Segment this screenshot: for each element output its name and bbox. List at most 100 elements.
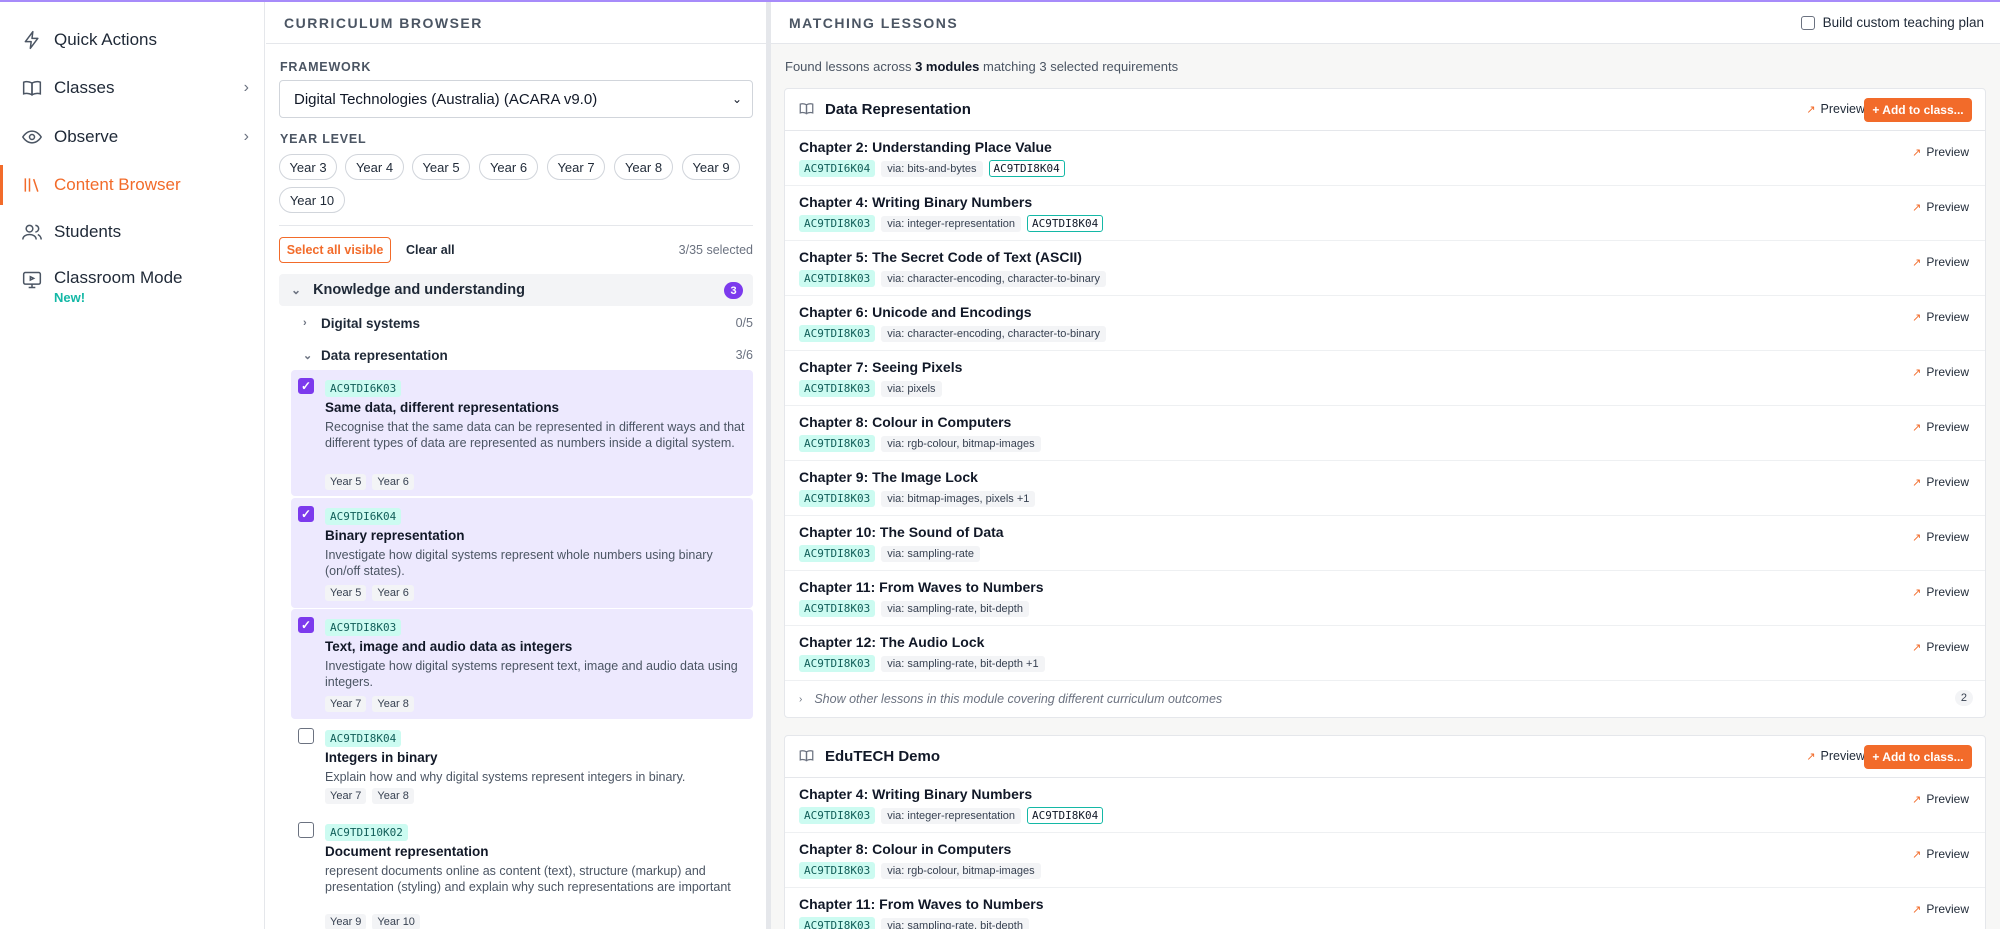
external-link-icon: ↗ <box>1912 641 1922 654</box>
item-checkbox[interactable] <box>298 822 314 838</box>
select-all-visible-button[interactable]: Select all visible <box>279 237 391 263</box>
show-other-lessons-toggle[interactable]: › Show other lessons in this module cover… <box>785 681 1985 717</box>
year-filter-pill[interactable]: Year 6 <box>479 154 538 180</box>
year-filter-pill[interactable]: Year 10 <box>279 187 345 213</box>
library-icon <box>20 173 44 197</box>
module-preview-link[interactable]: ↗ Preview <box>1806 102 1865 116</box>
via-tag: via: integer-representation <box>881 215 1022 232</box>
add-to-class-button[interactable]: + Add to class... <box>1864 745 1972 769</box>
framework-select[interactable]: Digital Technologies (Australia) (ACARA … <box>279 80 753 118</box>
sidebar-item-classes[interactable]: Classes › <box>0 68 265 108</box>
year-level-label: YEAR LEVEL <box>280 132 367 146</box>
lesson-preview-link[interactable]: ↗ Preview <box>1912 255 1969 269</box>
custom-plan-toggle[interactable]: Build custom teaching plan <box>1800 15 1984 30</box>
via-tag: via: integer-representation <box>881 807 1022 824</box>
curriculum-code: AC9TDI8K03 <box>799 380 876 397</box>
item-checkbox[interactable]: ✓ <box>298 617 314 633</box>
item-title: Same data, different representations <box>325 400 560 415</box>
lesson-title: Chapter 8: Colour in Computers <box>799 414 1012 430</box>
item-description: Investigate how digital systems represen… <box>325 659 738 689</box>
lesson-row[interactable]: Chapter 6: Unicode and Encodings AC9TDI8K… <box>785 296 1985 351</box>
year-filter-pill[interactable]: Year 5 <box>412 154 470 180</box>
curriculum-code: AC9TDI6K03 <box>325 380 402 397</box>
sidebar-item-classroom-mode[interactable]: Classroom Mode New! <box>0 260 265 306</box>
via-tag: via: rgb-colour, bitmap-images <box>881 862 1041 879</box>
lesson-preview-link[interactable]: ↗ Preview <box>1912 792 1969 806</box>
lesson-preview-link[interactable]: ↗ Preview <box>1912 585 1969 599</box>
sidebar-item-label: Classes <box>54 78 115 97</box>
lesson-preview-link[interactable]: ↗ Preview <box>1912 902 1969 916</box>
clear-all-button[interactable]: Clear all <box>406 237 455 263</box>
curriculum-item[interactable]: ✓ AC9TDI8K03 Text, image and audio data … <box>291 609 753 719</box>
lesson-row[interactable]: Chapter 10: The Sound of Data AC9TDI8K03 v… <box>785 516 1985 571</box>
group-knowledge-and-understanding[interactable]: ⌄ Knowledge and understanding 3 <box>279 274 753 306</box>
external-link-icon: ↗ <box>1912 586 1922 599</box>
year-filter-pill[interactable]: Year 7 <box>547 154 605 180</box>
sidebar-item-content-browser[interactable]: Content Browser <box>0 165 265 205</box>
curriculum-item[interactable]: ✓ AC9TDI6K04 Binary representation Inves… <box>291 498 753 608</box>
add-to-class-button[interactable]: + Add to class... <box>1864 98 1972 122</box>
item-checkbox[interactable]: ✓ <box>298 378 314 394</box>
lesson-row[interactable]: Chapter 9: The Image Lock AC9TDI8K03 via: … <box>785 461 1985 516</box>
curriculum-item[interactable]: AC9TDI10K02 Document representation repr… <box>291 814 753 929</box>
lesson-preview-link[interactable]: ↗ Preview <box>1912 530 1969 544</box>
curriculum-code: AC9TDI8K03 <box>799 435 876 452</box>
lesson-title: Chapter 11: From Waves to Numbers <box>799 579 1044 595</box>
lesson-row[interactable]: Chapter 2: Understanding Place Value AC9T… <box>785 131 1985 186</box>
year-filter-pill[interactable]: Year 8 <box>614 154 673 180</box>
item-checkbox[interactable]: ✓ <box>298 506 314 522</box>
new-badge: New! <box>54 290 86 305</box>
lesson-row[interactable]: Chapter 11: From Waves to Numbers AC9TDI8… <box>785 888 1985 929</box>
external-link-icon: ↗ <box>1912 366 1922 379</box>
year-chip: Year 9 <box>325 914 367 929</box>
subgroup-label: Data representation <box>321 347 448 363</box>
lesson-preview-link[interactable]: ↗ Preview <box>1912 420 1969 434</box>
external-link-icon: ↗ <box>1912 793 1922 806</box>
lesson-row[interactable]: Chapter 8: Colour in Computers AC9TDI8K03… <box>785 406 1985 461</box>
custom-plan-label: Build custom teaching plan <box>1822 15 1984 30</box>
lesson-preview-link[interactable]: ↗ Preview <box>1912 145 1969 159</box>
lesson-row[interactable]: Chapter 12: The Audio Lock AC9TDI8K03 via:… <box>785 626 1985 681</box>
divider <box>279 225 753 226</box>
curriculum-item[interactable]: AC9TDI8K04 Integers in binary Explain ho… <box>291 720 753 810</box>
lesson-preview-link[interactable]: ↗ Preview <box>1912 310 1969 324</box>
lesson-preview-link[interactable]: ↗ Preview <box>1912 847 1969 861</box>
subgroup-label: Digital systems <box>321 315 421 331</box>
sidebar-item-students[interactable]: Students <box>0 212 265 252</box>
lesson-row[interactable]: Chapter 4: Writing Binary Numbers AC9TDI8… <box>785 778 1985 833</box>
external-link-icon: ↗ <box>1912 256 1922 269</box>
lesson-preview-link[interactable]: ↗ Preview <box>1912 200 1969 214</box>
lesson-row[interactable]: Chapter 4: Writing Binary Numbers AC9TDI8… <box>785 186 1985 241</box>
year-chip: Year 5 <box>325 585 367 601</box>
item-title: Text, image and audio data as integers <box>325 639 573 654</box>
sidebar-item-label: Observe <box>54 127 119 146</box>
lesson-row[interactable]: Chapter 8: Colour in Computers AC9TDI8K03… <box>785 833 1985 888</box>
lesson-row[interactable]: Chapter 11: From Waves to Numbers AC9TDI8… <box>785 571 1985 626</box>
sidebar-item-observe[interactable]: Observe › <box>0 117 265 157</box>
item-checkbox[interactable] <box>298 728 314 744</box>
item-description: represent documents online as content (t… <box>325 864 731 894</box>
year-filter-pill[interactable]: Year 3 <box>279 154 337 180</box>
via-tag: via: sampling-rate, bit-depth <box>881 917 1029 929</box>
lesson-row[interactable]: Chapter 5: The Secret Code of Text (ASCI… <box>785 241 1985 296</box>
lesson-row[interactable]: Chapter 7: Seeing Pixels AC9TDI8K03 via: p… <box>785 351 1985 406</box>
lesson-preview-link[interactable]: ↗ Preview <box>1912 365 1969 379</box>
module-preview-link[interactable]: ↗ Preview <box>1806 749 1865 763</box>
selected-count: 3/35 selected <box>678 243 753 257</box>
curriculum-code: AC9TDI6K04 <box>799 160 876 177</box>
year-filter-pill[interactable]: Year 4 <box>345 154 404 180</box>
lesson-preview-link[interactable]: ↗ Preview <box>1912 640 1969 654</box>
lesson-preview-link[interactable]: ↗ Preview <box>1912 475 1969 489</box>
year-filter-pill[interactable]: Year 9 <box>682 154 740 180</box>
subgroup-data-representation[interactable]: ⌄ Data representation 3/6 <box>303 344 753 366</box>
framework-select-value: Digital Technologies (Australia) (ACARA … <box>294 90 598 108</box>
module-card: Data Representation ↗ Preview + Add to clas… <box>784 88 1986 718</box>
related-code: AC9TDI8K04 <box>988 160 1065 177</box>
curriculum-item[interactable]: ✓ AC9TDI6K03 Same data, different repres… <box>291 370 753 496</box>
module-header: EduTECH Demo ↗ Preview + Add to class... <box>785 736 1985 778</box>
custom-plan-checkbox[interactable] <box>1800 15 1815 30</box>
item-title: Integers in binary <box>325 750 438 765</box>
year-chip: Year 6 <box>372 585 414 601</box>
sidebar-item-quick-actions[interactable]: Quick Actions <box>0 20 265 60</box>
subgroup-digital-systems[interactable]: › Digital systems 0/5 <box>303 312 753 334</box>
